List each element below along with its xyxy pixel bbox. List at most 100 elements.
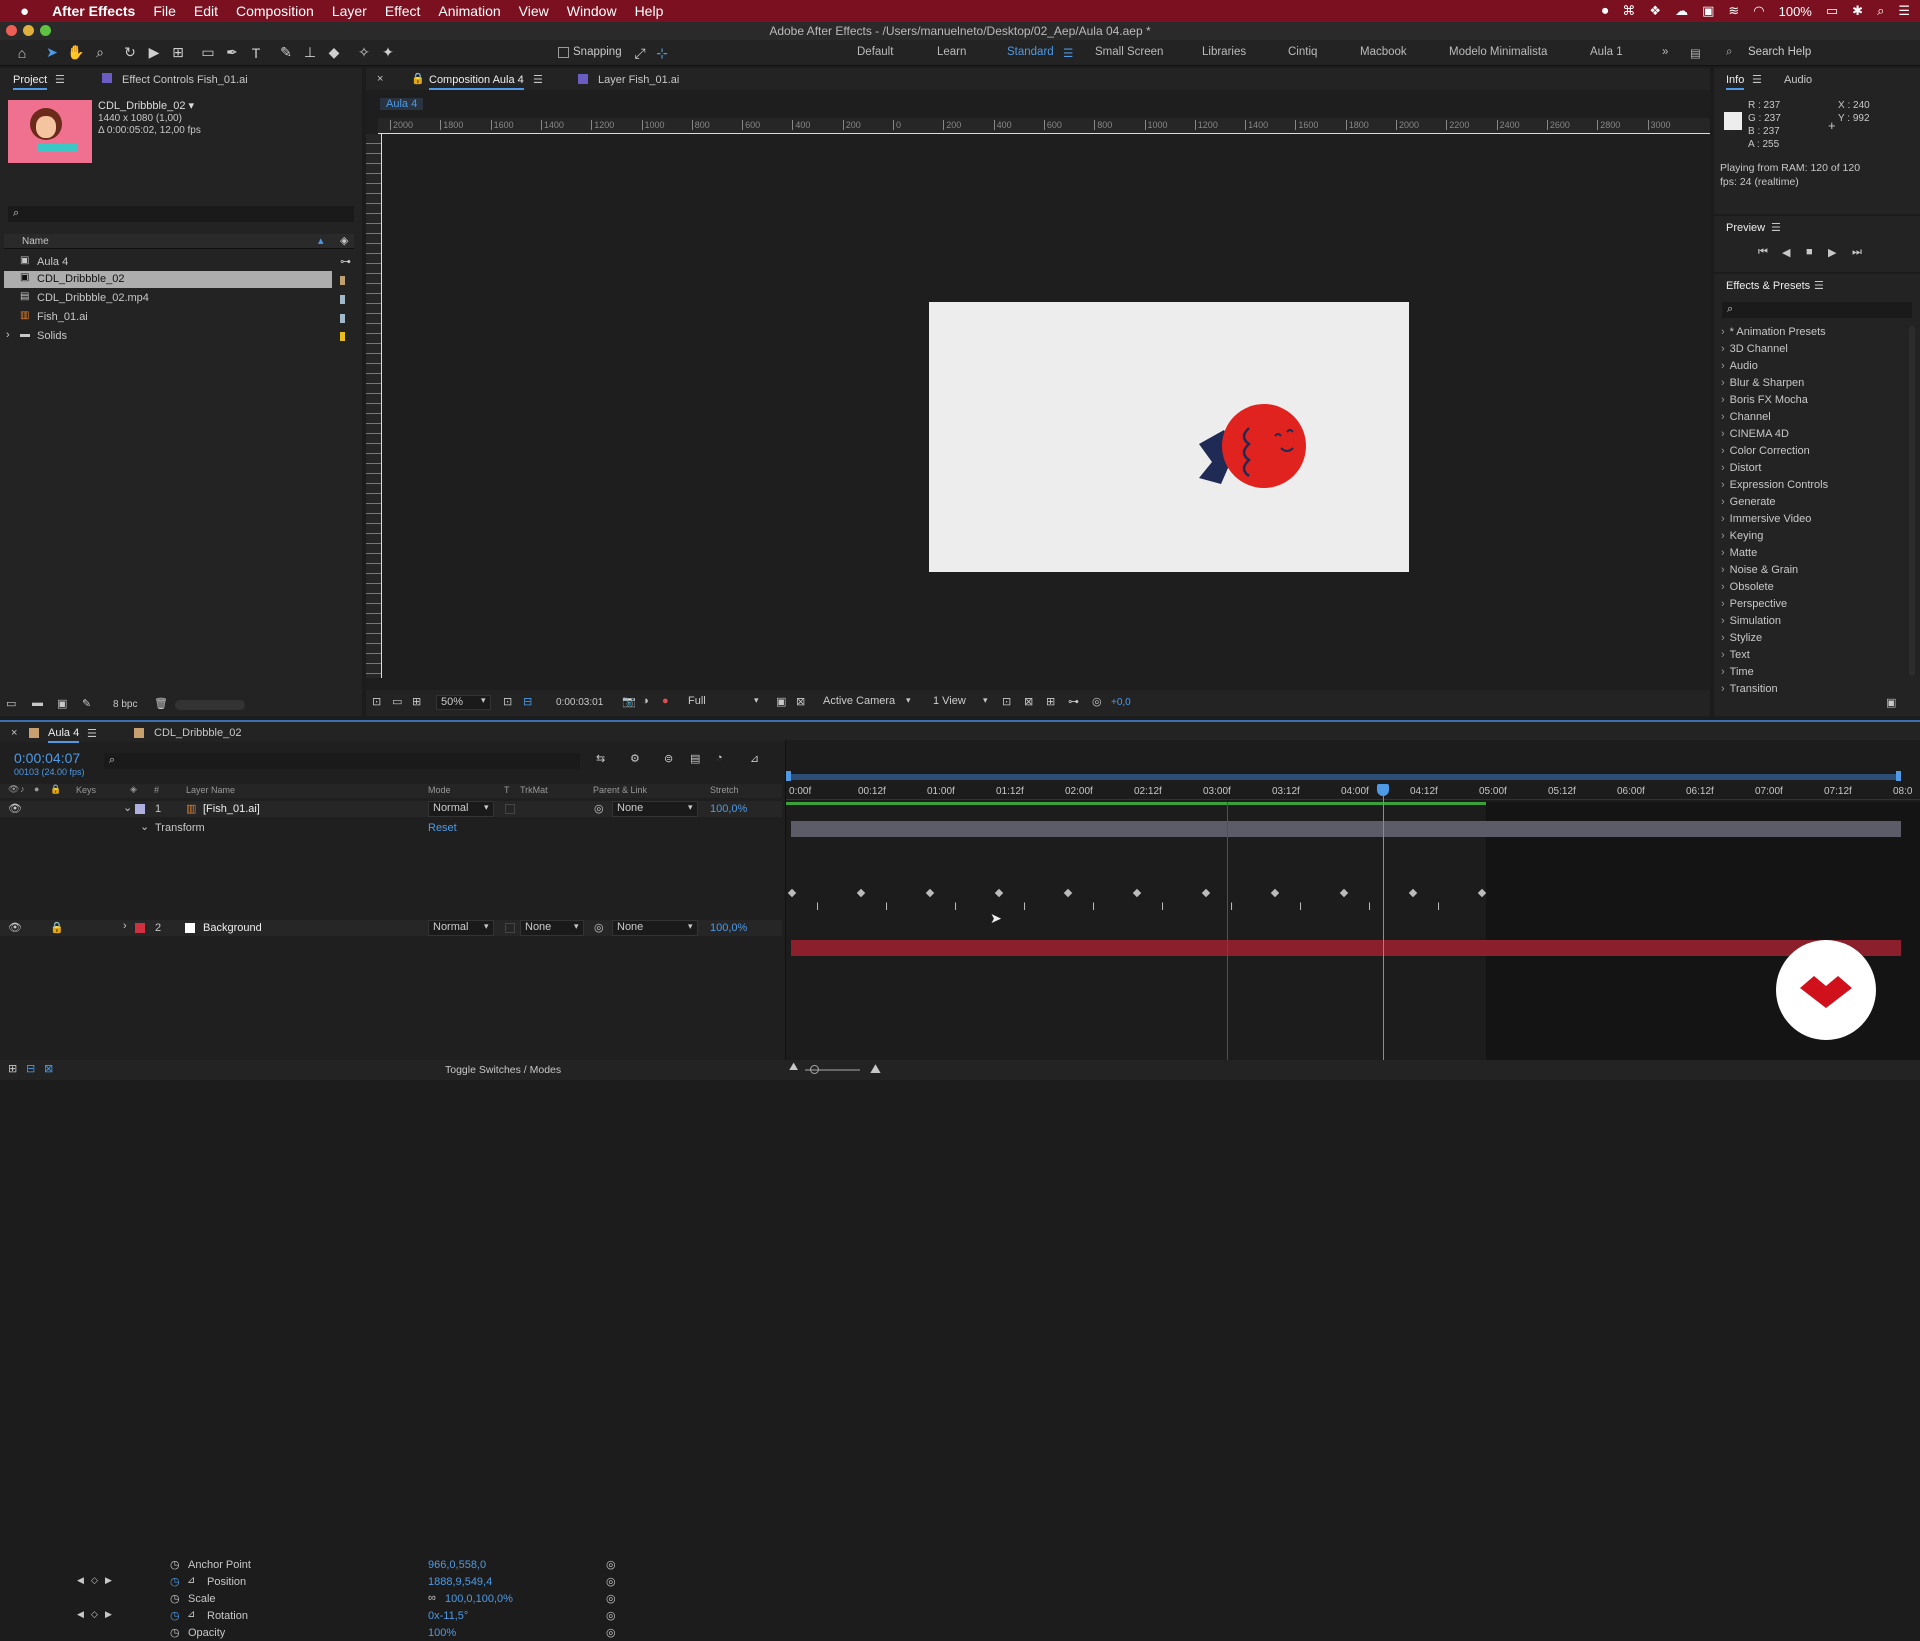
rotation-keyframe[interactable]: I [954,901,957,913]
position-keyframe[interactable] [1063,888,1073,898]
battery-icon[interactable]: ▭ [1826,3,1838,19]
position-keyframe[interactable] [925,888,935,898]
zoom-tool-icon[interactable]: ⌕ [88,44,112,61]
label-color-swatch[interactable] [340,332,345,341]
property-row-rotation[interactable]: ◀ ◇ ▶ ◷ ⊿ Rotation 0x-11,5° ◎ [0,1608,782,1624]
battery-label[interactable]: 100% [1779,4,1812,19]
lock-icon[interactable]: 🔒 [50,921,64,934]
stopwatch-icon[interactable]: ◷ [170,1609,180,1622]
effects-category[interactable]: Simulation [1721,615,1781,627]
interpret-footage-icon[interactable]: ▭ [6,697,16,710]
expression-pickwhip-icon[interactable]: ◎ [606,1592,616,1605]
bit-depth-button[interactable]: 8 bpc [113,699,137,710]
expression-pickwhip-icon[interactable]: ◎ [606,1558,616,1571]
graph-icon[interactable]: ⊿ [187,1609,195,1620]
workspace-cintiq[interactable]: Cintiq [1288,46,1317,58]
timeline-icon[interactable]: ⊞ [1046,695,1055,708]
rotation-keyframe[interactable]: I [885,901,888,913]
menu-composition[interactable]: Composition [227,3,323,19]
solo-icon[interactable]: ● [34,784,39,794]
flowchart-icon[interactable]: ⊶ [340,255,351,268]
timeline-menu-icon[interactable]: ☰ [87,727,97,740]
brush-tool-icon[interactable]: ✎ [274,44,298,61]
effects-category[interactable]: Matte [1721,547,1758,559]
workspace-macbook[interactable]: Macbook [1360,46,1407,58]
target-region-icon[interactable]: ▣ [776,695,786,708]
layer-name[interactable]: [Fish_01.ai] [203,803,260,815]
project-menu-icon[interactable]: ☰ [55,73,65,86]
add-keyframe-icon[interactable]: ◇ [91,1575,98,1586]
position-keyframe[interactable] [1201,888,1211,898]
effects-search-input[interactable]: ⌕ [1722,302,1912,318]
pickwhip-icon[interactable]: ◎ [594,921,604,934]
position-keyframe[interactable] [1477,888,1487,898]
snapshot-icon[interactable]: 📷 [622,695,636,708]
bluetooth-icon[interactable]: ✱ [1852,3,1863,19]
collapse-arrow-icon[interactable]: ⌄ [123,801,132,814]
comp-menu-icon[interactable]: ☰ [533,73,543,86]
workspace-overflow-icon[interactable]: » [1662,46,1668,58]
info-menu-icon[interactable]: ☰ [1752,73,1762,86]
playhead-icon[interactable] [1377,784,1389,796]
effects-category[interactable]: Text [1721,649,1750,661]
fast-preview-icon[interactable]: ▭ [392,695,402,708]
camera-dropdown[interactable]: Active Camera [819,695,915,710]
property-value[interactable]: 1888,9,549,4 [428,1576,492,1588]
layer-stretch[interactable]: 100,0% [710,922,747,934]
puppet-tool-icon[interactable]: ✦ [376,44,400,61]
hand-tool-icon[interactable]: ✋ [64,44,88,61]
search-help-field[interactable]: Search Help [1748,46,1811,58]
zoom-out-icon[interactable]: ⛰ [789,1061,798,1074]
workspace-default[interactable]: Default [857,46,893,58]
effects-category[interactable]: Generate [1721,496,1776,508]
audio-toggle-icon[interactable]: ♪ [20,784,25,794]
preview-title[interactable]: Preview [1726,222,1765,234]
close-tab-icon[interactable]: × [11,727,17,739]
project-list-item-cdl-dribbble-02[interactable]: ▣ CDL_Dribbble_02 [4,271,332,288]
exposure-value[interactable]: +0,0 [1111,697,1131,708]
preview-menu-icon[interactable]: ☰ [1771,221,1781,234]
new-bin-icon[interactable]: ▣ [1886,696,1896,709]
tab-composition[interactable]: Composition Aula 4 [429,74,524,90]
new-folder-icon[interactable]: ▬ [32,697,43,709]
shortcut-icon[interactable]: ⌘ [1622,3,1635,19]
label-color-swatch[interactable] [340,314,345,323]
menu-edit[interactable]: Edit [185,3,227,19]
workspace-standard[interactable]: Standard [1007,46,1054,58]
effects-category[interactable]: CINEMA 4D [1721,428,1789,440]
channel-icon[interactable]: ● [662,695,669,707]
thumbnail-size-slider[interactable] [175,700,245,710]
creative-cloud-icon[interactable]: ☁ [1675,3,1688,19]
property-row-scale[interactable]: ◷ Scale 100,0,100,0% ∞ ◎ [0,1591,782,1607]
region-of-interest-icon[interactable]: ⊡ [503,695,512,708]
snapping-checkbox[interactable] [558,47,569,58]
project-list-item-aula4[interactable]: ▣ Aula 4 ⊶ [4,254,354,271]
snap-grid-icon[interactable]: ⊹ [650,45,674,62]
menu-view[interactable]: View [510,3,558,19]
workspace-aula-1[interactable]: Aula 1 [1590,46,1623,58]
zoom-window-icon[interactable] [40,25,51,36]
layer-bar-fish[interactable] [791,821,1901,837]
property-value[interactable]: 966,0,558,0 [428,1559,486,1571]
graph-editor-icon[interactable]: ⊿ [750,752,759,765]
close-window-icon[interactable] [6,25,17,36]
layer-row-background[interactable]: 👁 🔒 › 2 Background Normal ▾ None ▾ ◎ Non… [0,920,782,936]
visibility-icon[interactable]: 👁 [8,921,22,934]
pan-behind-tool-icon[interactable]: ⊞ [166,44,190,61]
position-keyframe[interactable] [787,888,797,898]
effects-category[interactable]: Color Correction [1721,445,1810,457]
flowchart-icon[interactable]: ⊶ [1068,695,1079,708]
transfer-controls-icon[interactable]: ⊟ [26,1062,35,1075]
zoom-in-icon[interactable]: ⛰ [870,1061,881,1077]
effects-category[interactable]: Stylize [1721,632,1762,644]
comp-breadcrumb[interactable]: Aula 4 [380,98,424,110]
project-search-input[interactable]: ⌕ [8,206,354,222]
rotation-keyframe[interactable]: I [1161,901,1164,913]
rotation-keyframe[interactable]: I [1023,901,1026,913]
constrain-proportions-icon[interactable]: ∞ [428,1592,436,1604]
label-color-swatch[interactable] [340,295,345,304]
work-area-end-handle[interactable] [1896,771,1901,781]
layer-stretch[interactable]: 100,0% [710,803,747,815]
rotation-keyframe[interactable]: I [816,901,819,913]
menu-file[interactable]: File [144,3,185,19]
